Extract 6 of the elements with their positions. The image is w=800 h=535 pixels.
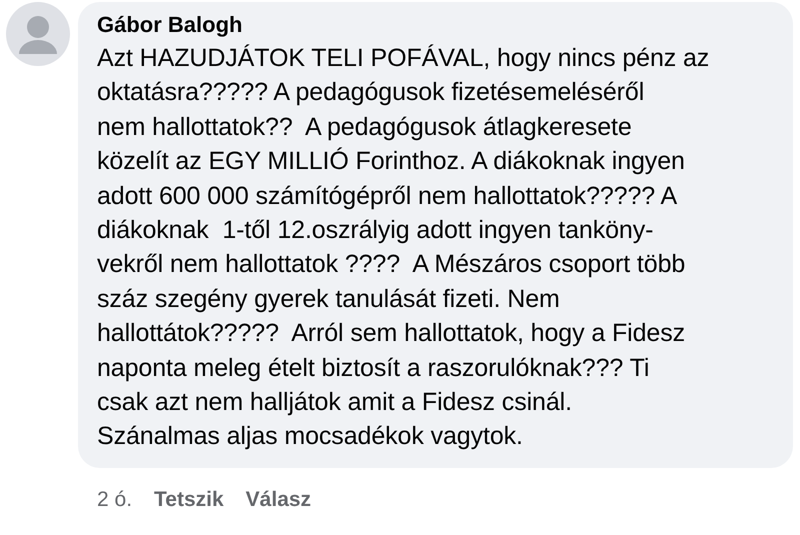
avatar-icon [6,2,70,66]
comment-time: 2 ó. [97,488,132,512]
reply-link[interactable]: Válasz [246,488,312,512]
comment-text: Azt HAZUDJÁTOK TELI POFÁVAL, hogy nincs pénz az oktatásra????? A pedagógusok fizetésemeléséről nem hallottatok?? A pedagógusok átlagkeresete közelít az EGY MILLIÓ Forinthoz. A diákoknak ingyen adott 600 000 számítógépről nem hallottatok????? A diákoknak 1-től 12.oszrályig adott ingyen tanköny- vekről nem hallottatok ???? A Mészáros csoport több száz szegény gyerek tanulását fizeti. Nem hallottátok????? Arról sem hallottatok, hogy a Fidesz naponta meleg ételt biztosít a raszorulóknak??? Ti csak azt nem halljátok amit a Fidesz csinál. Szánalmas aljas mocsadékok vagytok. [97,43,710,452]
like-link[interactable]: Tetszik [154,488,224,512]
author-name[interactable]: Gábor Balogh [97,12,771,38]
